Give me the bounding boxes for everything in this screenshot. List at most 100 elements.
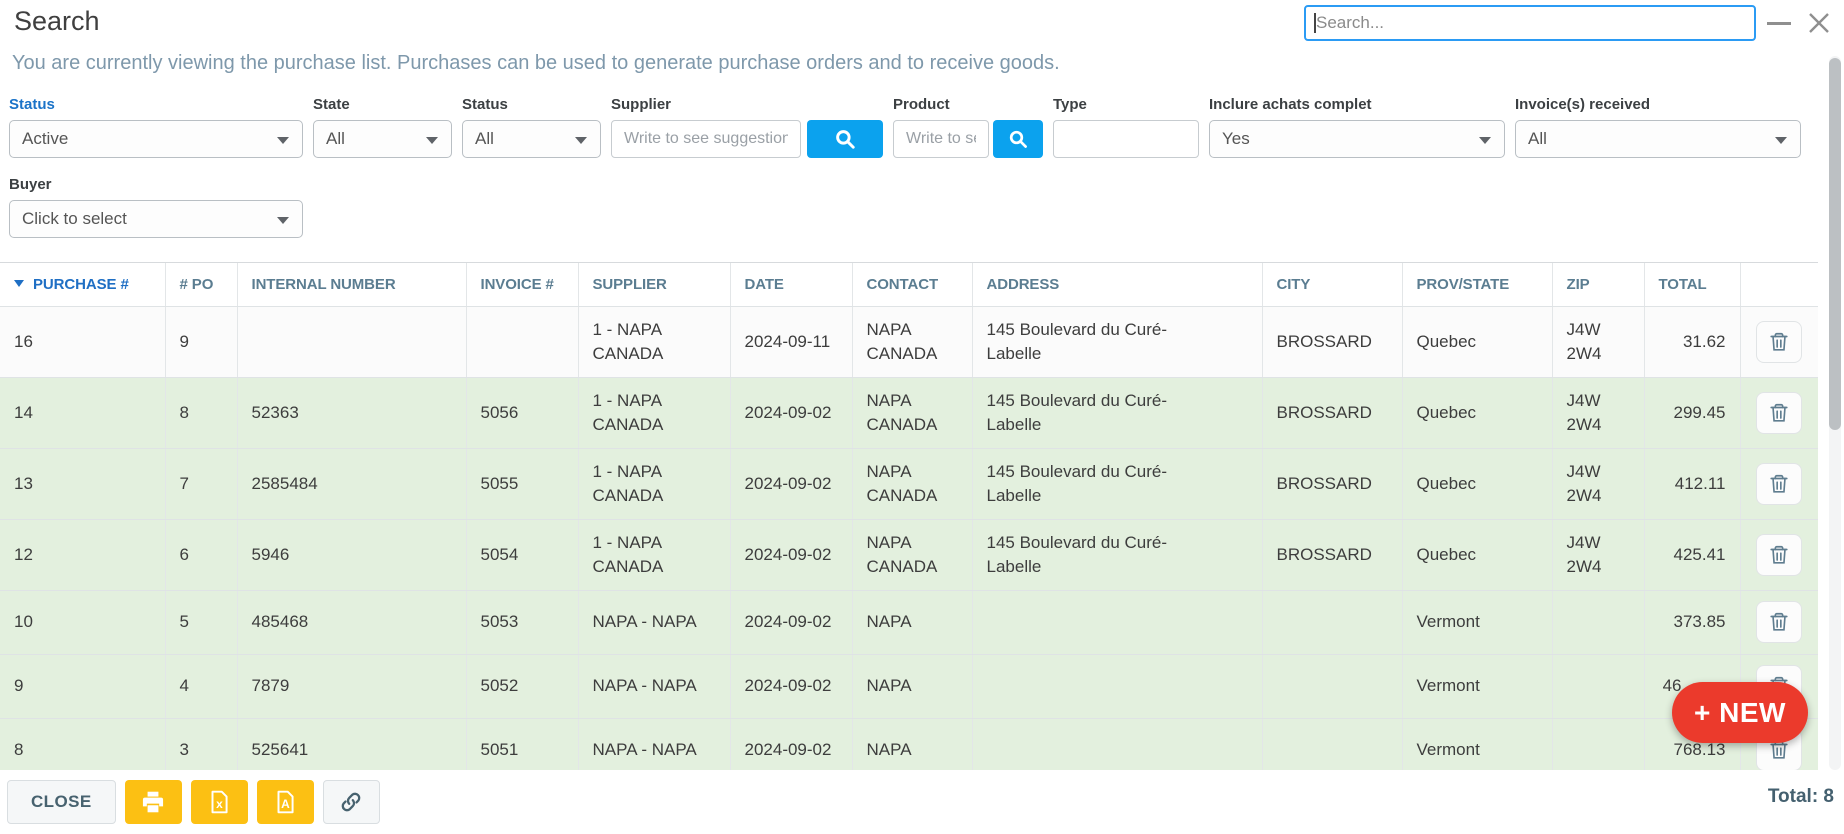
cell-address: [972, 590, 1262, 654]
close-icon: [1805, 9, 1833, 37]
supplier-search-button[interactable]: [807, 120, 883, 158]
close-button[interactable]: [1804, 8, 1834, 38]
cell-date: 2024-09-02: [730, 590, 852, 654]
status-active-select[interactable]: Active: [9, 120, 303, 158]
cell-zip: [1552, 718, 1644, 770]
column-header-po[interactable]: # PO: [165, 263, 237, 306]
state-select[interactable]: All: [313, 120, 452, 158]
cell-invoice: [466, 306, 578, 377]
cell-contact: NAPA CANADA: [852, 519, 972, 590]
cell-supplier: NAPA - NAPA: [578, 654, 730, 718]
delete-row-button[interactable]: [1756, 321, 1802, 363]
invoices-received-select[interactable]: All: [1515, 120, 1801, 158]
inclure-achats-complet-value: Yes: [1222, 129, 1250, 149]
scrollbar-thumb[interactable]: [1829, 58, 1841, 430]
cell-invoice: 5052: [466, 654, 578, 718]
supplier-input[interactable]: [611, 120, 801, 158]
column-header-total[interactable]: TOTAL: [1644, 263, 1740, 306]
print-button[interactable]: [125, 780, 182, 824]
cell-supplier: 1 - NAPA CANADA: [578, 306, 730, 377]
info-banner: You are currently viewing the purchase l…: [12, 52, 1804, 75]
table-row[interactable]: 9478795052NAPA - NAPA2024-09-02NAPAVermo…: [0, 654, 1818, 718]
text-cursor: [1314, 13, 1316, 33]
type-input[interactable]: [1053, 120, 1199, 158]
filter-type: Type: [1053, 96, 1199, 158]
cell-zip: [1552, 654, 1644, 718]
cell-total: 373.85: [1644, 590, 1740, 654]
table-row[interactable]: 835256415051NAPA - NAPA2024-09-02NAPAVer…: [0, 718, 1818, 770]
chevron-down-icon: [277, 137, 289, 144]
cell-supplier: NAPA - NAPA: [578, 590, 730, 654]
column-header-purchase[interactable]: PURCHASE #: [0, 263, 165, 306]
cell-total: 299.45: [1644, 377, 1740, 448]
column-header-label: PROV/STATE: [1417, 276, 1510, 293]
cell-purchase: 13: [0, 448, 165, 519]
svg-text:x: x: [216, 797, 223, 811]
scrollbar-track[interactable]: [1829, 56, 1841, 770]
cell-address: [972, 654, 1262, 718]
column-header-city[interactable]: CITY: [1262, 263, 1402, 306]
column-header-label: # PO: [180, 276, 214, 293]
cell-contact: NAPA: [852, 718, 972, 770]
filter-buyer: Buyer Click to select: [9, 176, 303, 238]
column-header-supplier[interactable]: SUPPLIER: [578, 263, 730, 306]
delete-row-button[interactable]: [1756, 534, 1802, 576]
inclure-achats-complet-select[interactable]: Yes: [1209, 120, 1505, 158]
trash-icon: [1768, 473, 1790, 495]
cell-purchase: 10: [0, 590, 165, 654]
column-header-label: TOTAL: [1659, 276, 1707, 293]
cell-contact: NAPA: [852, 654, 972, 718]
column-header-address[interactable]: ADDRESS: [972, 263, 1262, 306]
filter-status: Status All: [462, 96, 601, 158]
cell-date: 2024-09-02: [730, 519, 852, 590]
minimize-button[interactable]: [1764, 8, 1794, 38]
svg-text:A: A: [281, 797, 290, 811]
filter-invoices-received: Invoice(s) received All: [1515, 96, 1801, 158]
delete-row-button[interactable]: [1756, 392, 1802, 434]
close-dialog-button[interactable]: CLOSE: [7, 780, 116, 824]
excel-export-icon: x: [206, 789, 232, 815]
column-header-internal-number[interactable]: INTERNAL NUMBER: [237, 263, 466, 306]
cell-date: 2024-09-02: [730, 448, 852, 519]
new-purchase-button[interactable]: + NEW: [1672, 682, 1808, 743]
column-header-date[interactable]: DATE: [730, 263, 852, 306]
cell-purchase: 9: [0, 654, 165, 718]
table-row[interactable]: 1054854685053NAPA - NAPA2024-09-02NAPAVe…: [0, 590, 1818, 654]
column-header-prov-state[interactable]: PROV/STATE: [1402, 263, 1552, 306]
cell-address: 145 Boulevard du Curé-Labelle: [972, 519, 1262, 590]
column-header-invoice[interactable]: INVOICE #: [466, 263, 578, 306]
cell-total: 425.41: [1644, 519, 1740, 590]
cell-city: BROSSARD: [1262, 306, 1402, 377]
cell-internal: 2585484: [237, 448, 466, 519]
table-row[interactable]: 137258548450551 - NAPA CANADA2024-09-02N…: [0, 448, 1818, 519]
export-excel-button[interactable]: x: [191, 780, 248, 824]
filter-status-active: Status Active: [9, 96, 303, 158]
cell-date: 2024-09-02: [730, 718, 852, 770]
cell-prov-state: Quebec: [1402, 306, 1552, 377]
filter-status-active-label[interactable]: Status: [9, 96, 303, 113]
buyer-select[interactable]: Click to select: [9, 200, 303, 238]
column-header-label: ADDRESS: [987, 276, 1060, 293]
table-row[interactable]: 126594650541 - NAPA CANADA2024-09-02NAPA…: [0, 519, 1818, 590]
column-header-contact[interactable]: CONTACT: [852, 263, 972, 306]
cell-address: 145 Boulevard du Curé-Labelle: [972, 306, 1262, 377]
cell-supplier: 1 - NAPA CANADA: [578, 377, 730, 448]
grand-total: Total: 8: [1768, 786, 1834, 808]
status-active-value: Active: [22, 129, 68, 149]
status-select[interactable]: All: [462, 120, 601, 158]
export-pdf-button[interactable]: A: [257, 780, 314, 824]
delete-row-button[interactable]: [1756, 463, 1802, 505]
cell-actions: [1740, 448, 1818, 519]
delete-row-button[interactable]: [1756, 601, 1802, 643]
column-header-label: PURCHASE #: [33, 276, 129, 293]
column-header-zip[interactable]: ZIP: [1552, 263, 1644, 306]
product-search-button[interactable]: [993, 120, 1043, 158]
table-row[interactable]: 1691 - NAPA CANADA2024-09-11NAPA CANADA1…: [0, 306, 1818, 377]
cell-internal: 485468: [237, 590, 466, 654]
table-row[interactable]: 1485236350561 - NAPA CANADA2024-09-02NAP…: [0, 377, 1818, 448]
search-input[interactable]: [1304, 5, 1756, 41]
cell-internal: 5946: [237, 519, 466, 590]
product-input[interactable]: [893, 120, 989, 158]
copy-link-button[interactable]: [323, 780, 380, 824]
cell-prov-state: Vermont: [1402, 718, 1552, 770]
